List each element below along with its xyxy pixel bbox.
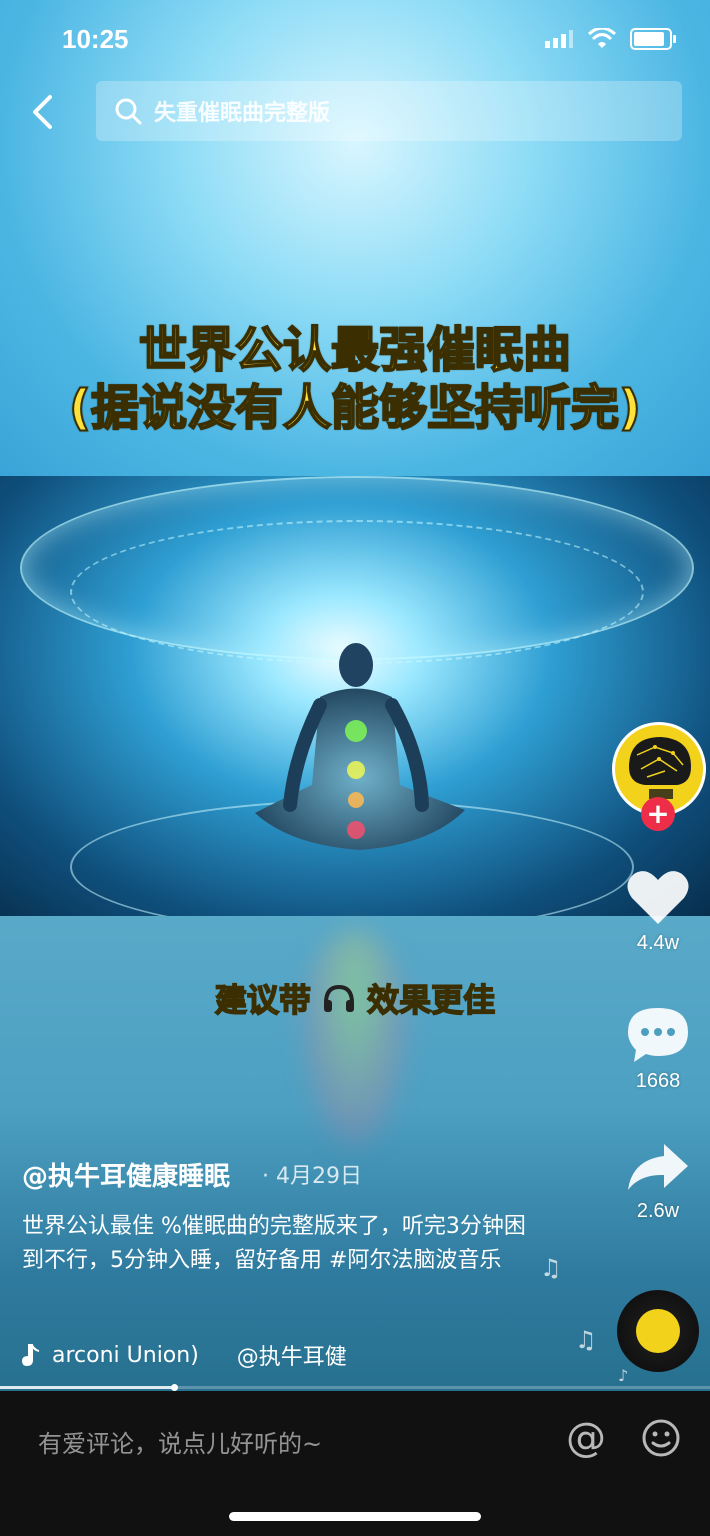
meditating-figure (255, 643, 465, 850)
like-count: 4.4w (636, 932, 680, 954)
cellular-signal-icon (545, 30, 573, 48)
battery-icon (630, 28, 676, 50)
music-disc[interactable] (617, 1290, 699, 1372)
search-bar[interactable]: 失重催眠曲完整版 (96, 81, 682, 141)
subtitle-text-before: 建议带 (214, 980, 312, 1020)
wifi-icon (588, 28, 616, 48)
heart-icon (627, 871, 689, 924)
video-progress-bar[interactable] (0, 1384, 710, 1391)
floating-note-icon: ♫ (575, 1326, 597, 1354)
share-count: 2.6w (636, 1200, 680, 1222)
author-name[interactable]: @执牛耳健康睡眠 (22, 1156, 230, 1193)
like-button[interactable]: 4.4w (622, 868, 694, 955)
blurred-reflection (300, 930, 410, 1150)
comment-input[interactable]: 有爱评论，说点儿好听的~ (38, 1424, 322, 1459)
search-query: 失重催眠曲完整版 (154, 101, 331, 126)
mention-button[interactable]: @ (566, 1418, 606, 1458)
back-button[interactable] (22, 92, 62, 132)
comment-icon (628, 1008, 688, 1062)
status-icons (544, 28, 676, 50)
share-button[interactable]: 2.6w (622, 1142, 694, 1223)
post-description[interactable]: 世界公认最佳 %催眠曲的完整版来了，听完3分钟困到不行，5分钟入睡，留好备用 #… (22, 1210, 542, 1278)
chevron-left-icon (33, 95, 52, 129)
music-note-icon (22, 1344, 40, 1366)
comment-count: 1668 (635, 1070, 681, 1092)
headphones-icon (324, 984, 354, 1012)
post-date: · 4月29日 (262, 1164, 362, 1189)
floating-note-icon: ♫ (540, 1254, 562, 1282)
video-progress-handle[interactable] (170, 1384, 178, 1391)
smiley-icon (642, 1419, 680, 1457)
video-headline-line2: (据说没有人能够坚持听完) (68, 379, 642, 437)
floating-note-icon: ♪ (618, 1366, 629, 1385)
status-time: 10:25 (62, 24, 129, 54)
video-screen: 10:25 失重催眠曲完整版 世界公认最强催眠曲 (据说没有人能够坚持听完) 建… (0, 0, 710, 1536)
search-icon (115, 98, 142, 125)
emoji-button[interactable] (641, 1418, 681, 1462)
subtitle-text-after: 效果更佳 (366, 980, 496, 1020)
comment-button[interactable]: 1668 (622, 1004, 694, 1093)
follow-button[interactable]: + (641, 797, 675, 831)
video-progress-fill (0, 1386, 174, 1389)
share-arrow-icon (628, 1144, 688, 1190)
music-title: arconi Union) (52, 1342, 199, 1368)
music-disc-cover (636, 1309, 680, 1353)
music-info[interactable]: arconi Union) @执牛耳健 (22, 1339, 347, 1371)
video-subtitle: 建议带 效果更佳 (0, 975, 710, 1021)
music-credit: @执牛耳健 (236, 1345, 347, 1370)
home-indicator (229, 1512, 481, 1521)
